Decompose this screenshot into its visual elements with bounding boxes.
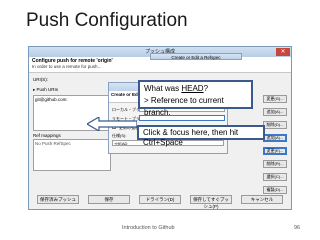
arrow-shape: [87, 117, 137, 131]
side-button-column: 変更(G)... 追加(A)... 削除(D)... 追加(A)... 変更(E…: [263, 95, 287, 199]
ref-mappings-list[interactable]: No Push RefSpec: [33, 139, 111, 171]
push-uri-item[interactable]: git@github.com:: [34, 96, 110, 103]
select-button[interactable]: 選択(C)...: [263, 173, 287, 181]
slide-footer: Introduction to Github: [122, 225, 175, 231]
close-icon[interactable]: ✕: [276, 48, 290, 56]
ref-mapping-item[interactable]: No Push RefSpec: [34, 140, 110, 147]
ctrl-space-callout: Click & focus here, then hit Ctrl+Space: [137, 125, 265, 147]
edit-refspec-button[interactable]: 変更(E)...: [263, 147, 287, 155]
slide-title: Push Configuration: [26, 10, 188, 31]
save-and-push-button[interactable]: 保存してすぐプッシュ(P): [190, 195, 232, 209]
duplicate-button[interactable]: 複製(D)...: [263, 186, 287, 194]
bottom-button-row: 保存済みプッシュ 保存 ドライラン(D) 保存してすぐプッシュ(P) キャンセル: [29, 195, 291, 209]
push-uris-label[interactable]: ▸ Push URIs: [33, 87, 58, 93]
head-callout-line2: > Reference to current branch.: [144, 96, 224, 117]
change-uri-button[interactable]: 変更(G)...: [263, 95, 287, 103]
page-number: 96: [294, 225, 301, 231]
add-refspec-button[interactable]: 追加(A)...: [263, 134, 287, 142]
remove-uri-button[interactable]: 削除(D)...: [263, 121, 287, 129]
saved-push-button[interactable]: 保存済みプッシュ: [37, 195, 79, 204]
head-callout-line1: What was HEAD?: [144, 83, 247, 95]
dry-run-button[interactable]: ドライラン(D): [139, 195, 181, 204]
arrow-icon: [87, 117, 137, 131]
delete-refspec-button[interactable]: 削除(R)...: [263, 160, 287, 168]
refspec-window-titlebar: Create or Edit a Refspec: [150, 53, 242, 60]
dialog-description: In order to use a remote for push...: [32, 64, 102, 69]
save-button[interactable]: 保存: [88, 195, 130, 204]
head-callout: What was HEAD? > Reference to current br…: [138, 80, 253, 117]
head-callout-suffix: ?: [203, 84, 209, 93]
add-uri-button[interactable]: 追加(A)...: [263, 108, 287, 116]
ref-mappings-label: Ref mappings: [33, 133, 61, 138]
cancel-button[interactable]: キャンセル: [241, 195, 283, 204]
uris-label: URI(S):: [33, 77, 48, 82]
spec-preview-label: 仕様(S):: [112, 133, 127, 138]
head-callout-prefix: What was: [144, 84, 182, 93]
head-word: HEAD: [181, 84, 204, 93]
